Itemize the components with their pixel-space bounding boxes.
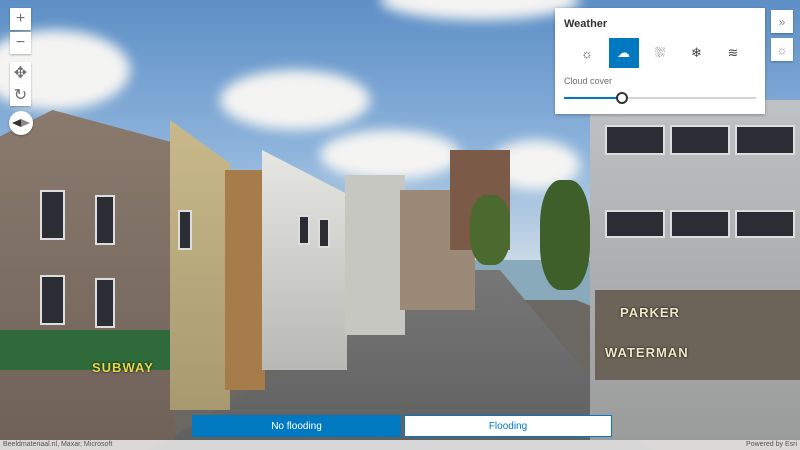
rotate-button[interactable]: ↻ xyxy=(10,84,31,106)
cloud xyxy=(220,70,370,130)
minus-icon: − xyxy=(15,34,26,51)
window xyxy=(95,278,115,328)
sun-icon: ☼ xyxy=(776,42,788,57)
tree xyxy=(540,180,590,290)
window xyxy=(95,195,115,245)
weather-cloudy-button[interactable]: ☁ xyxy=(608,38,639,68)
collapse-button[interactable]: » xyxy=(771,10,793,33)
building xyxy=(0,110,175,440)
plus-icon: + xyxy=(15,10,26,27)
sun-icon: ☼ xyxy=(581,45,593,61)
cloud-cover-slider[interactable] xyxy=(564,92,756,104)
window xyxy=(298,215,310,245)
no-flooding-label: No flooding xyxy=(271,420,322,432)
slider-thumb[interactable] xyxy=(615,92,628,104)
building xyxy=(170,120,230,410)
store-sign-parker: PARKER xyxy=(620,305,680,320)
flooding-label: Flooding xyxy=(488,420,528,432)
attribution-text[interactable]: Beeldmateriaal.nl, Maxar, Microsoft xyxy=(3,440,112,450)
rotate-icon: ↻ xyxy=(13,87,28,104)
window xyxy=(670,125,730,155)
weather-snowy-button[interactable]: ❄ xyxy=(682,38,712,68)
snowflake-icon: ❄ xyxy=(691,45,702,60)
window xyxy=(40,190,65,240)
weather-title: Weather xyxy=(564,18,608,30)
weather-sunny-button[interactable]: ☼ xyxy=(572,38,602,68)
weather-toggle-button[interactable]: ☼ xyxy=(771,38,793,61)
building xyxy=(595,290,800,380)
window xyxy=(40,275,65,325)
zoom-out-button[interactable]: − xyxy=(10,32,31,54)
store-sign-waterman: WATERMAN xyxy=(605,345,689,360)
powered-by[interactable]: Powered by Esri xyxy=(746,440,797,450)
slider-fill xyxy=(564,97,622,99)
move-icon: ✥ xyxy=(13,65,28,82)
zoom-in-button[interactable]: + xyxy=(10,8,31,30)
compass-icon xyxy=(12,119,30,127)
attribution-bar: Beeldmateriaal.nl, Maxar, Microsoft Powe… xyxy=(0,440,800,450)
window xyxy=(735,125,795,155)
weather-options: ☼ ☁ ⛆ ❄ ≋ xyxy=(564,38,756,68)
fog-icon: ≋ xyxy=(727,45,739,60)
pan-button[interactable]: ✥ xyxy=(10,62,31,84)
compass-button[interactable] xyxy=(9,111,33,135)
window xyxy=(605,125,665,155)
flooding-button[interactable]: Flooding xyxy=(404,415,612,437)
window xyxy=(735,210,795,238)
no-flooding-button[interactable]: No flooding xyxy=(192,415,401,437)
store-sign-subway: SUBWAY xyxy=(92,360,154,375)
window xyxy=(670,210,730,238)
double-chevron-right-icon: » xyxy=(778,14,786,29)
cloud xyxy=(320,130,460,180)
building xyxy=(345,175,405,335)
tree xyxy=(470,195,510,265)
rain-icon: ⛆ xyxy=(654,45,666,60)
cloud-cover-label: Cloud cover xyxy=(564,76,613,86)
weather-foggy-button[interactable]: ≋ xyxy=(718,38,748,68)
window xyxy=(318,218,330,248)
cloud-icon: ☁ xyxy=(617,45,630,60)
weather-panel: Weather ☼ ☁ ⛆ ❄ ≋ Cloud cover xyxy=(555,8,765,114)
window xyxy=(605,210,665,238)
window xyxy=(178,210,192,250)
building xyxy=(225,170,265,390)
weather-rainy-button[interactable]: ⛆ xyxy=(645,38,675,68)
